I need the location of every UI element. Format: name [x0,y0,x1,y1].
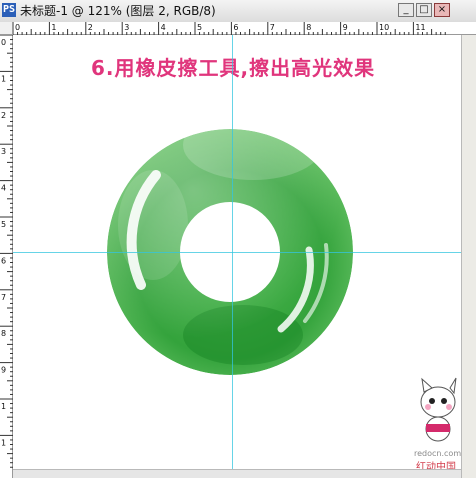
ruler-label: 0 [15,23,20,32]
vertical-ruler-ticks: 0 1 2 3 4 5 6 7 8 9 1 1 [0,35,13,468]
maximize-icon: □ [419,4,429,15]
maximize-button[interactable]: □ [416,3,432,17]
title-bar[interactable]: PS 未标题-1 @ 121% (图层 2, RGB/8) _ □ × [0,0,476,23]
ruler-label: 7 [270,23,275,32]
ruler-label: 4 [161,23,166,32]
minimize-icon: _ [403,4,409,15]
close-icon: × [437,4,447,15]
ruler-label: 4 [1,184,6,193]
ruler-label: 11 [415,23,425,32]
ruler-origin[interactable] [0,22,13,35]
vertical-ruler[interactable]: 0 1 2 3 4 5 6 7 8 9 1 1 [0,35,13,478]
photoshop-document-icon: PS [2,3,16,17]
ruler-label: 10 [379,23,389,32]
document-window: PS 未标题-1 @ 121% (图层 2, RGB/8) _ □ × 0 1 2 3… [0,0,476,478]
ruler-label: 1 [1,74,6,83]
horizontal-scrollbar[interactable] [13,469,461,478]
ruler-label: 1 [1,438,6,447]
ruler-label: 6 [233,23,238,32]
ruler-label: 8 [306,23,311,32]
ruler-label: 2 [88,23,93,32]
horizontal-ruler[interactable]: 0 1 2 3 4 5 6 7 8 9 10 11 [13,22,476,35]
horizontal-ruler-ticks: 0 1 2 3 4 5 6 7 8 9 10 11 [13,22,446,35]
ruler-label: 9 [1,366,6,375]
ruler-label: 9 [343,23,348,32]
ruler-label: 2 [1,111,6,120]
ruler-label: 7 [1,293,6,302]
vertical-scrollbar[interactable] [461,35,476,478]
ruler-label: 8 [1,329,6,338]
close-button[interactable]: × [434,3,450,17]
horizontal-guide-line[interactable] [13,252,461,253]
ruler-label: 6 [1,256,6,265]
watermark-url: redocn.com [414,449,461,458]
minimize-button[interactable]: _ [398,3,414,17]
ruler-label: 1 [1,402,6,411]
ruler-label: 5 [1,220,6,229]
ruler-label: 0 [1,38,6,47]
watermark-brand: 红动中国 [416,462,456,469]
jade-ring [107,110,353,375]
ruler-label: 5 [197,23,202,32]
document-title: 未标题-1 @ 121% (图层 2, RGB/8) [20,4,216,18]
ruler-label: 1 [51,23,56,32]
ruler-label: 3 [1,147,6,156]
ruler-label: 3 [124,23,129,32]
image-canvas[interactable]: 6.用橡皮擦工具,擦出高光效果 redocn.com 红动中国 [13,35,461,469]
